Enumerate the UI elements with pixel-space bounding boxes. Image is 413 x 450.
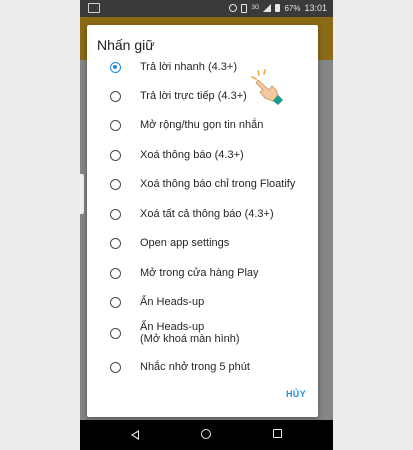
option-label: Trả lời trực tiếp (4.3+) [140, 90, 247, 102]
option-label: Mở rộng/thu gọn tin nhắn [140, 119, 264, 131]
network-label: 3G [251, 5, 260, 11]
radio-button[interactable] [110, 362, 121, 373]
signal-icon [263, 4, 272, 12]
option-label: Mở trong cửa hàng Play [140, 267, 259, 279]
radio-button[interactable] [110, 297, 121, 308]
alarm-icon [229, 4, 238, 12]
radio-button[interactable] [110, 150, 121, 161]
option-label: Xoá thông báo chỉ trong Floatify [140, 178, 296, 190]
cancel-button[interactable]: HỦY [286, 389, 306, 399]
option-label: Xoá tất cả thông báo (4.3+) [140, 208, 274, 220]
radio-button[interactable] [110, 238, 121, 249]
option-play-store[interactable]: Mở trong cửa hàng Play [87, 261, 318, 287]
option-remind-5-min[interactable]: Nhắc nhở trong 5 phút [87, 355, 318, 381]
status-right: 3G 67% 13:01 [229, 3, 327, 13]
option-dismiss-floatify[interactable]: Xoá thông báo chỉ trong Floatify [87, 172, 318, 198]
battery-icon [275, 4, 281, 12]
radio-button[interactable] [110, 120, 121, 131]
option-dismiss-all[interactable]: Xoá tất cả thông báo (4.3+) [87, 202, 318, 228]
floating-side-tab[interactable] [80, 174, 84, 214]
recent-apps-icon[interactable] [273, 429, 282, 438]
option-expand-collapse[interactable]: Mở rộng/thu gọn tin nhắn [87, 113, 318, 139]
option-hide-heads-up[interactable]: Ẩn Heads-up [87, 290, 318, 316]
option-label: Ẩn Heads-up (Mở khoá màn hình) [140, 321, 240, 345]
battery-percent: 67% [284, 3, 301, 13]
option-label: Ẩn Heads-up [140, 296, 205, 308]
option-hide-heads-up-unlock[interactable]: Ẩn Heads-up (Mở khoá màn hình) [87, 319, 318, 353]
radio-button[interactable] [110, 179, 121, 190]
option-label: Open app settings [140, 237, 230, 249]
option-label: Nhắc nhở trong 5 phút [140, 361, 250, 373]
navigation-bar [80, 420, 333, 450]
radio-button[interactable] [110, 209, 121, 220]
option-dismiss[interactable]: Xoá thông báo (4.3+) [87, 143, 318, 169]
radio-button[interactable] [110, 328, 121, 339]
option-label: Trả lời nhanh (4.3+) [140, 61, 237, 73]
option-app-settings[interactable]: Open app settings [87, 231, 318, 257]
radio-button[interactable] [110, 91, 121, 102]
home-icon[interactable] [201, 429, 211, 439]
gallery-icon [88, 3, 100, 13]
status-bar: 3G 67% 13:01 [80, 0, 333, 17]
clock: 13:01 [304, 3, 327, 13]
radio-button[interactable] [110, 62, 121, 73]
back-icon[interactable] [131, 430, 139, 440]
vibrate-icon [241, 3, 248, 13]
dialog-title: Nhấn giữ [97, 37, 155, 53]
tap-hand-icon [251, 69, 283, 105]
radio-button[interactable] [110, 268, 121, 279]
option-label: Xoá thông báo (4.3+) [140, 149, 244, 161]
